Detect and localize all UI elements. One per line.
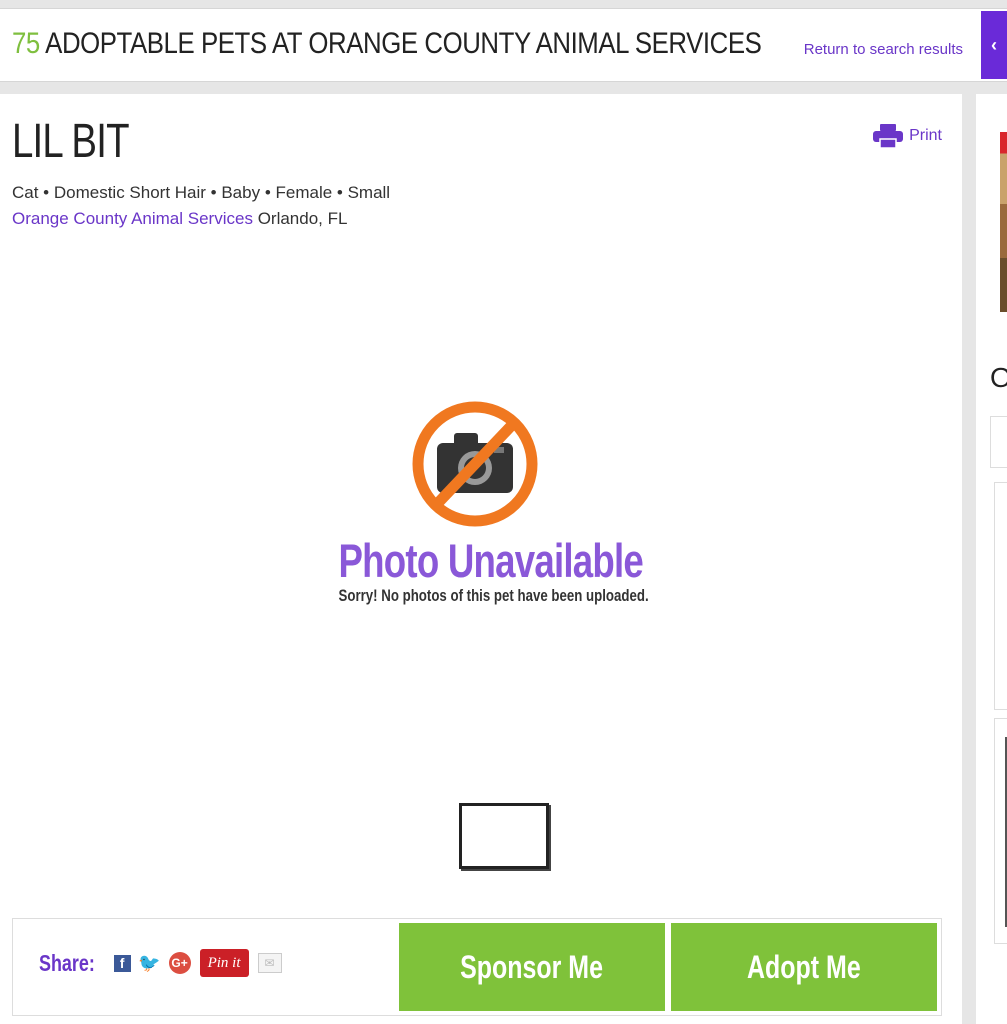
pet-details: Cat • Domestic Short Hair • Baby • Femal… bbox=[12, 183, 391, 202]
right-sidebar: O bbox=[976, 94, 1007, 1024]
photo-thumbnail[interactable] bbox=[459, 803, 549, 869]
page-heading: 75 ADOPTABLE PETS AT ORANGE COUNTY ANIMA… bbox=[12, 27, 762, 61]
sponsor-me-label: Sponsor Me bbox=[460, 948, 604, 985]
share-section: Share: f 🐦 G+ Pin it ✉ bbox=[39, 949, 282, 977]
pet-count: 75 bbox=[12, 27, 40, 60]
share-label: Share: bbox=[39, 949, 95, 976]
pet-meta: Cat • Domestic Short Hair • Baby • Femal… bbox=[12, 180, 390, 232]
print-button[interactable]: Print bbox=[873, 124, 942, 148]
twitter-icon[interactable]: 🐦 bbox=[138, 953, 160, 973]
adopt-me-button[interactable]: Adopt Me bbox=[671, 923, 937, 1011]
google-plus-icon[interactable]: G+ bbox=[168, 952, 191, 974]
sidebar-pet-card[interactable] bbox=[994, 482, 1007, 710]
pet-detail-card: LIL BIT Print Cat • Domestic Short Hair … bbox=[0, 94, 962, 1024]
facebook-icon[interactable]: f bbox=[113, 954, 131, 972]
photo-unavailable-placeholder: Photo Unavailable Sorry! No photos of th… bbox=[300, 399, 650, 606]
sponsor-me-button[interactable]: Sponsor Me bbox=[399, 923, 665, 1011]
action-bar: Share: f 🐦 G+ Pin it ✉ Sponsor Me Adopt … bbox=[12, 918, 942, 1016]
pinterest-button[interactable]: Pin it bbox=[199, 949, 249, 977]
sidebar-heading-partial: O bbox=[990, 362, 1007, 393]
adopt-me-label: Adopt Me bbox=[747, 948, 861, 985]
sidebar-pet-card[interactable] bbox=[994, 718, 1007, 944]
photo-unavailable-message: Sorry! No photos of this pet have been u… bbox=[338, 586, 649, 605]
printer-icon bbox=[873, 124, 904, 148]
top-bar: 75 ADOPTABLE PETS AT ORANGE COUNTY ANIMA… bbox=[0, 8, 1007, 82]
print-label: Print bbox=[909, 127, 942, 144]
shelter-link[interactable]: Orange County Animal Services bbox=[12, 209, 253, 228]
return-to-search-link[interactable]: Return to search results bbox=[804, 41, 963, 58]
collapse-sidebar-button[interactable]: ‹ bbox=[981, 11, 1007, 79]
pet-location: Orlando, FL bbox=[257, 209, 348, 228]
sidebar-pet-photo[interactable] bbox=[1000, 132, 1007, 312]
no-camera-icon bbox=[412, 401, 538, 527]
email-icon[interactable]: ✉ bbox=[257, 953, 282, 973]
pet-name: LIL BIT bbox=[12, 115, 130, 168]
sidebar-filter-box[interactable] bbox=[990, 416, 1007, 468]
photo-unavailable-title: Photo Unavailable bbox=[338, 534, 644, 587]
page-heading-text: ADOPTABLE PETS AT ORANGE COUNTY ANIMAL S… bbox=[45, 27, 762, 60]
